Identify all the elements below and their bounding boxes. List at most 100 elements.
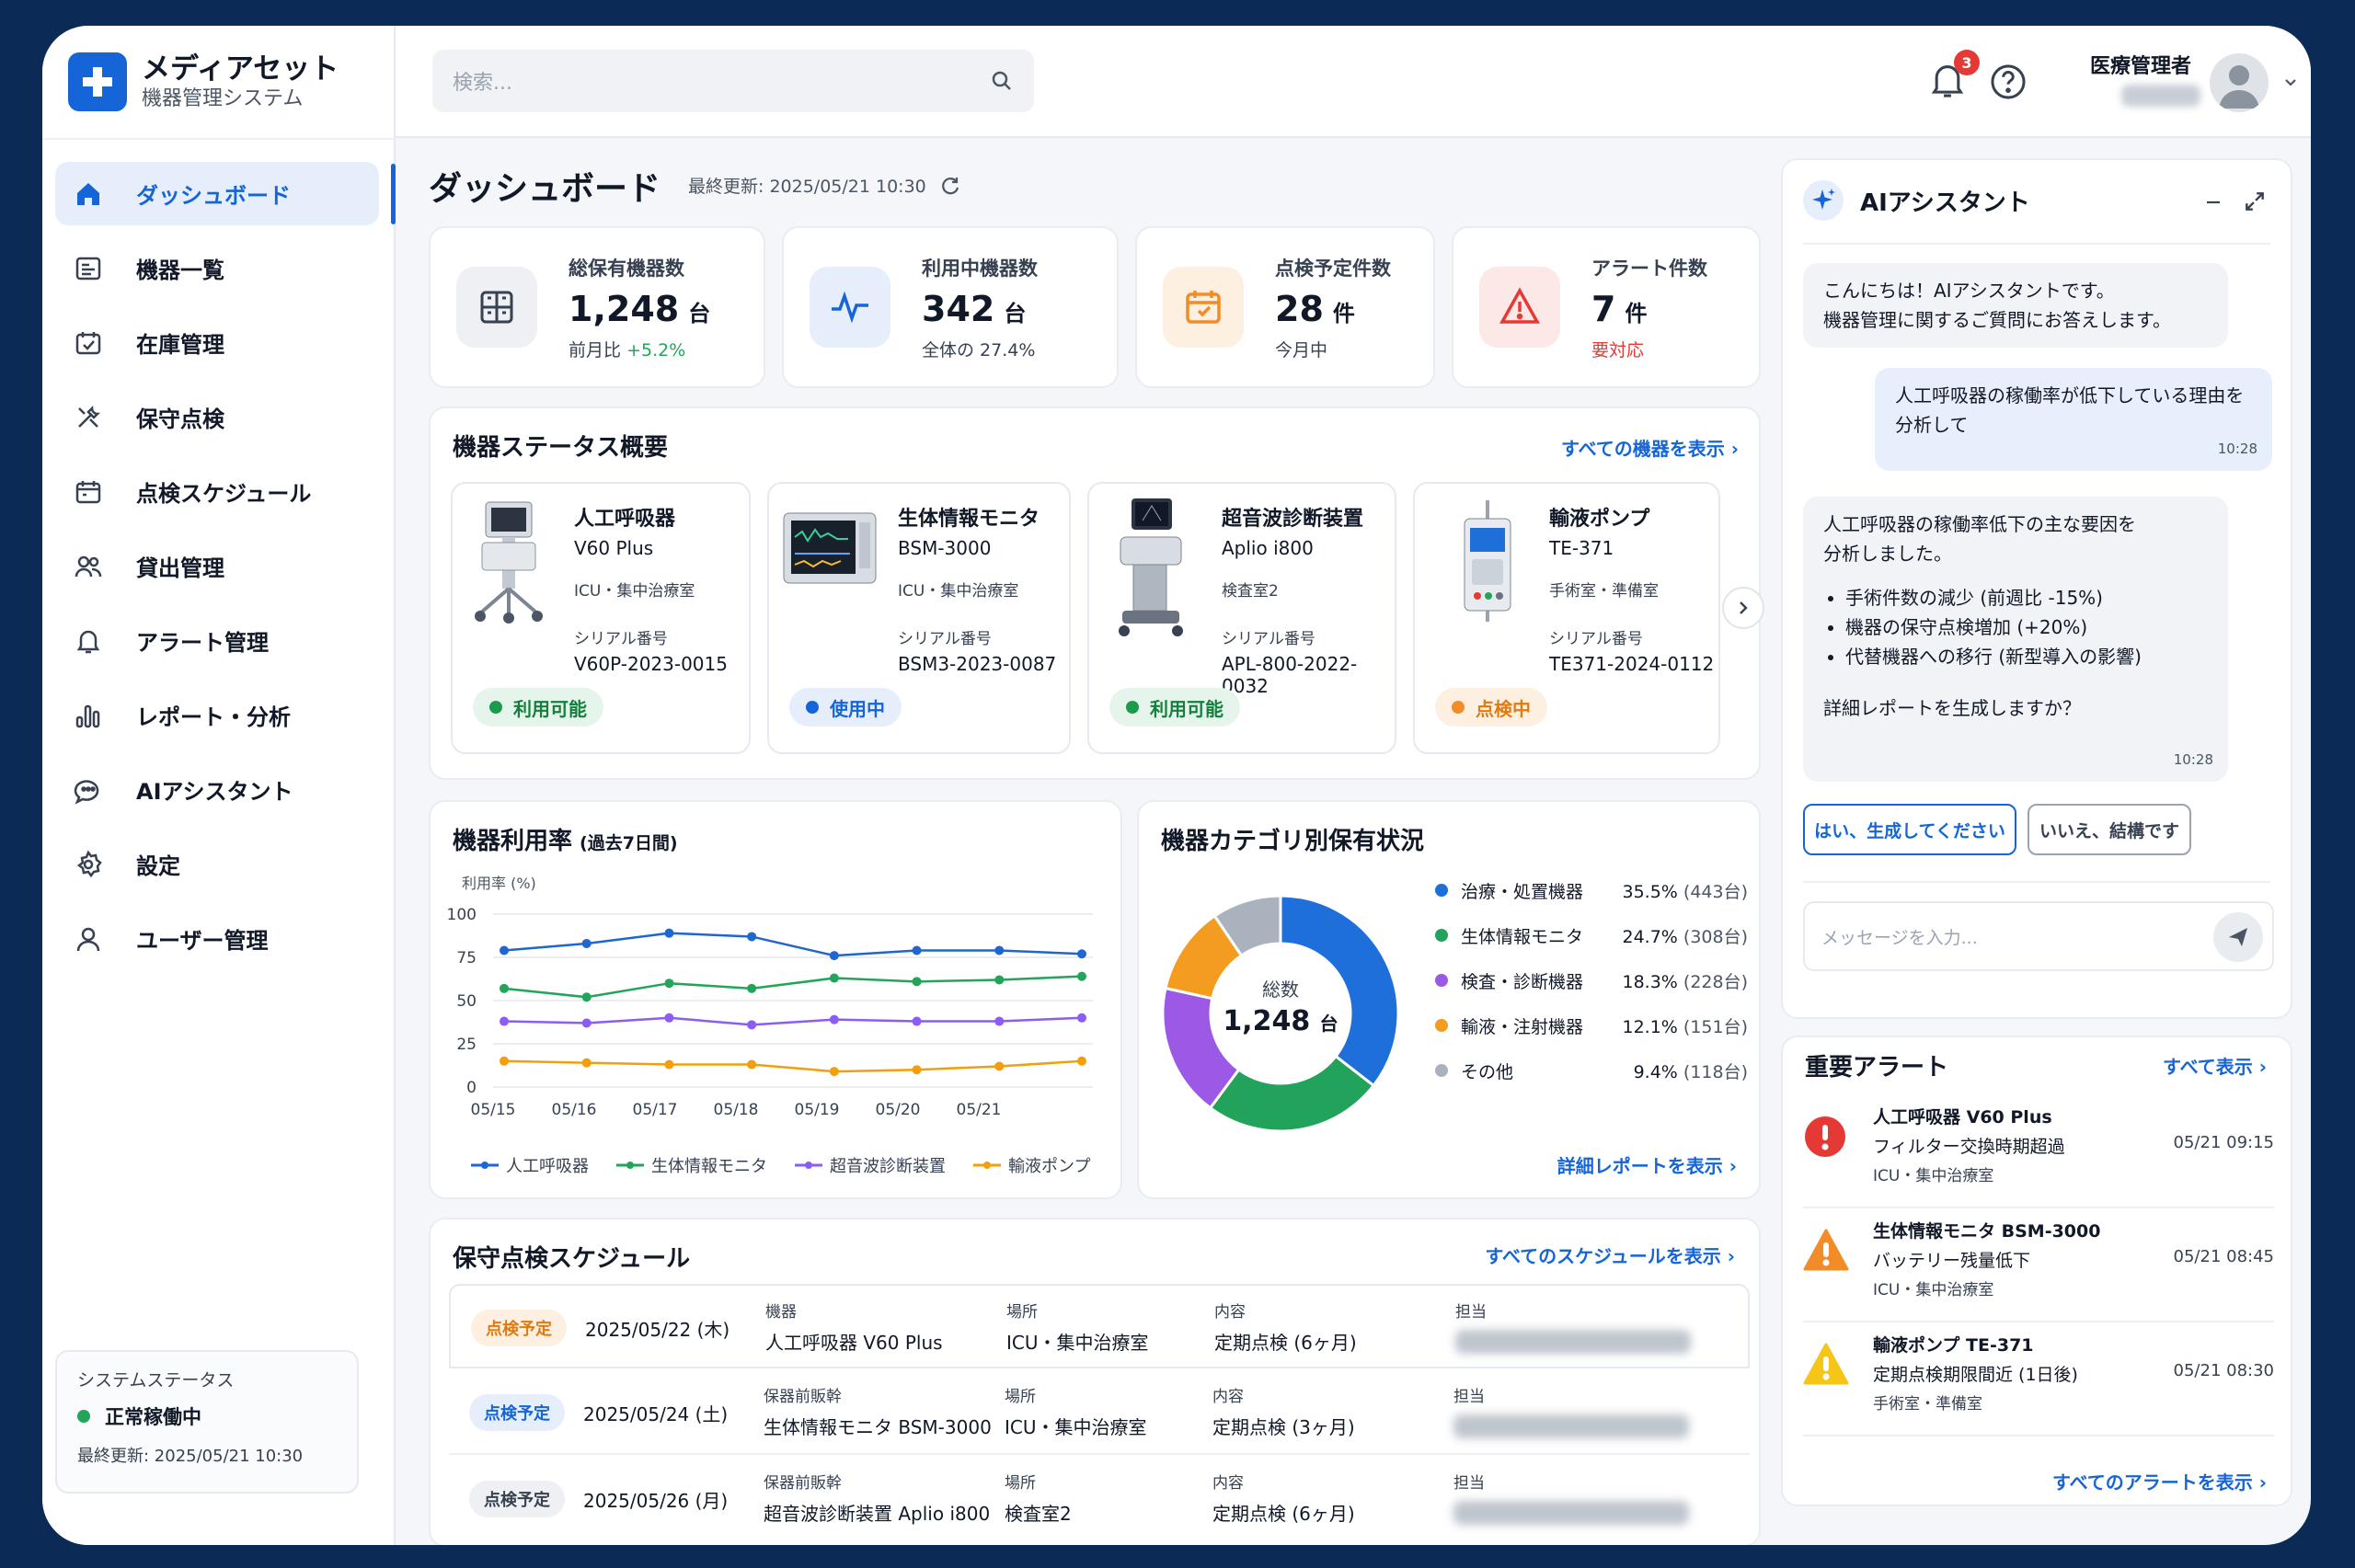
refresh-icon[interactable]	[939, 175, 961, 197]
kpi-inspections[interactable]: 点検予定件数 28 件 今月中	[1135, 226, 1435, 388]
sidebar-item-devices[interactable]: 機器一覧	[55, 236, 379, 300]
all-alerts-link[interactable]: すべてのアラートを表示 ›	[2052, 1468, 2267, 1494]
view-all-devices-link[interactable]: すべての機器を表示 ›	[1561, 434, 1739, 461]
message-input[interactable]: メッセージを入力...	[1803, 901, 2274, 971]
alert-item[interactable]: 輸液ポンプ TE-371 定期点検期限間近 (1日後) 手術室・準備室 05/2…	[1803, 1322, 2274, 1436]
status-dot	[77, 1410, 90, 1423]
data-point	[664, 979, 674, 989]
sidebar-item-dashboard[interactable]: ダッシュボード	[55, 162, 379, 225]
legend-item[interactable]: 人工呼吸器	[471, 1153, 589, 1177]
sidebar-item-users[interactable]: ユーザー管理	[55, 907, 379, 970]
sidebar: メディアセット 機器管理システム ダッシュボード 機器一覧 在庫管理 保守点検 …	[42, 26, 396, 1545]
legend-label: その他	[1461, 1061, 1514, 1082]
minimize-icon[interactable]	[2202, 191, 2224, 213]
legend-item[interactable]: 生体情報モニタ	[616, 1153, 767, 1177]
send-button[interactable]	[2213, 912, 2263, 962]
x-tick-label: 05/16	[552, 1101, 597, 1119]
reply-bullet: 機器の保守点検増加 (+20%)	[1845, 612, 2208, 642]
link-label: 詳細レポートを表示	[1557, 1155, 1723, 1177]
device-card-ultrasound[interactable]: 超音波診断装置 Aplio i800 検査室2 シリアル番号 APL-800-2…	[1087, 482, 1396, 754]
device-card-infusion-pump[interactable]: 輸液ポンプ TE-371 手術室・準備室 シリアル番号 TE371-2024-0…	[1413, 482, 1720, 754]
device-serial: APL-800-2022-0032	[1222, 653, 1358, 697]
alert-title: 生体情報モニタ BSM-3000	[1873, 1221, 2101, 1242]
kpi-total-devices[interactable]: 総保有機器数 1,248 台 前月比 +5.2%	[429, 226, 765, 388]
alert-desc: フィルター交換時期超過	[1873, 1137, 2065, 1157]
alert-time: 05/21 08:45	[2173, 1247, 2274, 1266]
chevron-down-icon[interactable]	[2281, 74, 2300, 92]
section-title: 機器ステータス概要	[453, 434, 669, 462]
device-model: TE-371	[1549, 537, 1614, 559]
kpi-sub: 前月比 +5.2%	[569, 337, 710, 361]
link-label: すべてのスケジュールを表示	[1485, 1245, 1721, 1267]
schedule-date: 2025/05/26 (月)	[583, 1490, 729, 1512]
data-point	[912, 977, 922, 987]
sidebar-item-label: 保守点検	[136, 406, 224, 432]
expand-icon[interactable]	[2243, 189, 2267, 213]
sidebar-item-settings[interactable]: 設定	[55, 832, 379, 896]
detail-report-link[interactable]: 詳細レポートを表示 ›	[1557, 1151, 1737, 1178]
serial-label: シリアル番号	[1222, 630, 1315, 648]
data-point	[912, 1065, 922, 1075]
device-serial: TE371-2024-0112	[1549, 653, 1715, 675]
divider	[1803, 881, 2270, 883]
legend-item[interactable]: 生体情報モニタ 24.7% (308台)	[1435, 917, 1748, 954]
search-placeholder: 検索...	[453, 72, 512, 95]
generate-report-button[interactable]: はい、生成してください	[1803, 804, 2016, 855]
kpi-sub-prefix: 前月比	[569, 339, 622, 361]
alert-item[interactable]: 人工呼吸器 V60 Plus フィルター交換時期超過 ICU・集中治療室 05/…	[1803, 1094, 2274, 1208]
legend-item[interactable]: 検査・診断機器 18.3% (228台)	[1435, 962, 1748, 999]
device-card-monitor[interactable]: 生体情報モニタ BSM-3000 ICU・集中治療室 シリアル番号 BSM3-2…	[767, 482, 1071, 754]
legend-dot	[481, 1162, 488, 1169]
legend-item[interactable]: 超音波診断装置	[795, 1153, 946, 1177]
user-icon	[76, 927, 100, 951]
legend-item[interactable]: 輸液ポンプ	[973, 1153, 1090, 1177]
kpi-in-use[interactable]: 利用中機器数 342 台 全体の 27.4%	[782, 226, 1119, 388]
legend-dot	[983, 1162, 991, 1169]
legend-pct: 35.5%	[1622, 881, 1678, 902]
kpi-alerts[interactable]: アラート件数 7件 要対応	[1452, 226, 1761, 388]
system-status-box: システムステータス 正常稼働中 最終更新: 2025/05/21 10:30	[55, 1350, 359, 1494]
assignee-redacted	[1453, 1501, 1689, 1525]
schedule-chip: 点検予定	[469, 1394, 565, 1431]
legend-item[interactable]: 輸液・注射機器 12.1% (151台)	[1435, 1007, 1748, 1044]
utilization-line-chart: 利用率 (%) 0 25 50 75 100 05/15 05/16 05/17 05/18 05/…	[447, 875, 1093, 1119]
app-logo[interactable]: メディアセット 機器管理システム	[68, 52, 339, 112]
device-location: 検査室2	[1222, 582, 1279, 601]
sidebar-item-ai-assistant[interactable]: AIアシスタント	[55, 758, 379, 821]
legend-swatch	[973, 1162, 1001, 1169]
sidebar-item-lending[interactable]: 貸出管理	[55, 534, 379, 598]
error-icon	[1805, 1116, 1845, 1157]
sidebar-item-alerts[interactable]: アラート管理	[55, 609, 379, 672]
legend-item[interactable]: 治療・処置機器 35.5% (443台)	[1435, 872, 1748, 909]
avatar[interactable]	[2210, 53, 2269, 112]
kpi-sub: 全体の 27.4%	[922, 339, 1036, 361]
col-header: 内容	[1212, 1388, 1244, 1406]
medical-cross-icon	[68, 52, 127, 111]
user-name[interactable]: 医療管理者	[2090, 50, 2191, 79]
app-title: メディアセット	[142, 52, 339, 86]
view-all-schedule-link[interactable]: すべてのスケジュールを表示 ›	[1485, 1242, 1735, 1268]
sidebar-item-inventory[interactable]: 在庫管理	[55, 311, 379, 374]
search-input[interactable]: 検索...	[432, 50, 1034, 112]
schedule-date: 2025/05/22 (木)	[585, 1319, 730, 1341]
legend-count: (151台)	[1683, 1016, 1748, 1037]
table-row[interactable]: 点検予定 2025/05/26 (月) 保器前販幹 超音波診断装置 Aplio …	[449, 1457, 1750, 1541]
table-row[interactable]: 点検予定 2025/05/22 (木) 機器 人工呼吸器 V60 Plus 場所…	[449, 1284, 1750, 1368]
help-button[interactable]	[1989, 63, 2028, 105]
alert-item[interactable]: 生体情報モニタ BSM-3000 バッテリー残量低下 ICU・集中治療室 05/…	[1803, 1208, 2274, 1322]
status-badge: 利用可能	[1109, 688, 1240, 727]
sidebar-item-schedule[interactable]: 点検スケジュール	[55, 460, 379, 523]
table-row[interactable]: 点検予定 2025/05/24 (土) 保器前販幹 生体情報モニタ BSM-30…	[449, 1370, 1750, 1455]
decline-button[interactable]: いいえ、結構です	[2028, 804, 2191, 855]
device-card-ventilator[interactable]: 人工呼吸器 V60 Plus ICU・集中治療室 シリアル番号 V60P-202…	[451, 482, 751, 754]
search-icon[interactable]	[990, 69, 1014, 93]
status-label: 利用可能	[513, 697, 587, 720]
schedule-device: 人工呼吸器 V60 Plus	[765, 1332, 943, 1354]
sidebar-item-maintenance[interactable]: 保守点検	[55, 385, 379, 449]
view-all-alerts-link[interactable]: すべて表示 ›	[2163, 1052, 2267, 1079]
user-message-bubble: 人工呼吸器の稼働率が低下している理由を 分析して 10:28	[1875, 368, 2272, 471]
notifications-button[interactable]: 3	[1928, 50, 1980, 105]
legend-item[interactable]: その他 9.4% (118台)	[1435, 1052, 1748, 1089]
sidebar-item-reports[interactable]: レポート・分析	[55, 683, 379, 747]
carousel-next-button[interactable]	[1722, 587, 1764, 629]
